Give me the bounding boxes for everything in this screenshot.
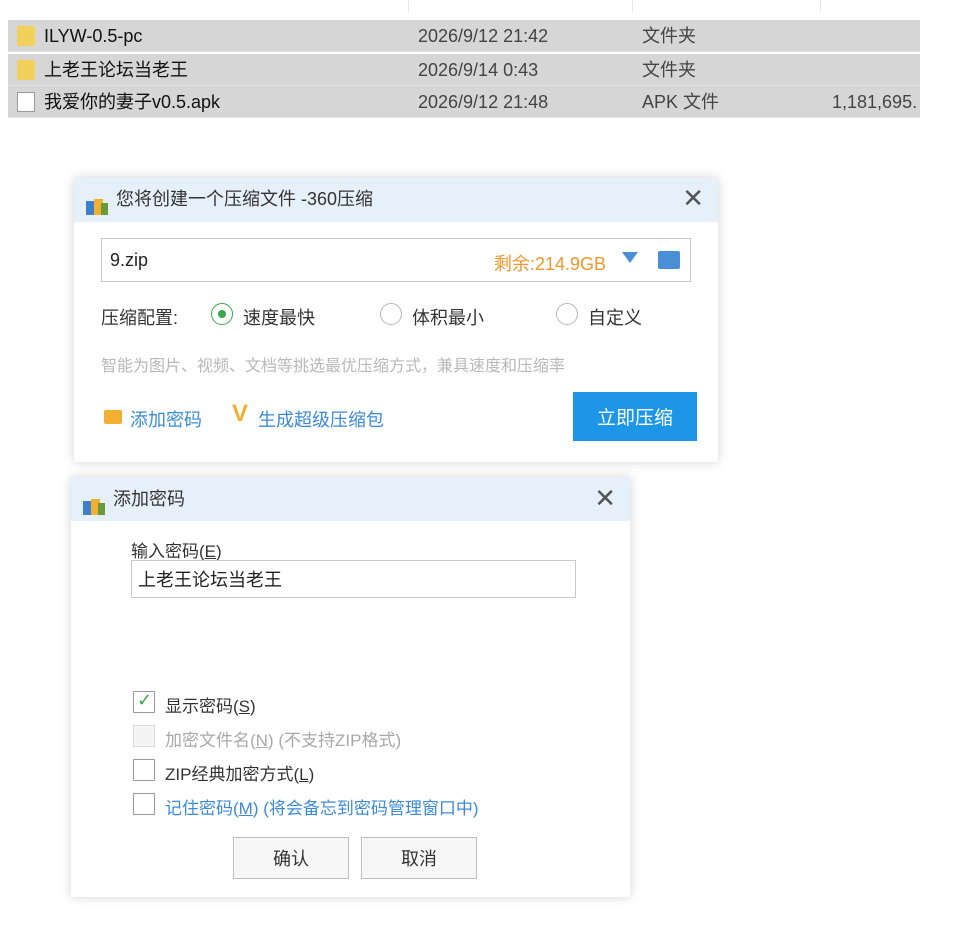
file-row[interactable]: 上老王论坛当老王 2026/9/14 0:43 文件夹 [8,54,920,86]
folder-browse-icon[interactable] [658,251,680,269]
dialog-title: 您将创建一个压缩文件 -360压缩 [116,189,374,209]
dialog-titlebar[interactable]: 添加密码 ✕ [71,477,630,521]
file-date: 2026/9/12 21:42 [418,26,549,46]
file-row[interactable]: ILYW-0.5-pc 2026/9/12 21:42 文件夹 [8,20,920,52]
file-list: ILYW-0.5-pc 2026/9/12 21:42 文件夹 上老王论坛当老王… [8,0,920,120]
checkbox-label: 加密文件名(N) (不支持ZIP格式) [165,731,402,750]
file-type: APK 文件 [642,92,720,112]
folder-icon [17,26,35,46]
chevron-down-icon[interactable] [622,252,638,263]
password-input[interactable] [131,560,576,598]
add-password-dialog: 添加密码 ✕ 输入密码(E) 显示密码(S) 加密文件名(N) (不支持ZIP格… [71,477,630,897]
lock-icon [104,410,122,424]
file-name: 我爱你的妻子v0.5.apk [44,92,221,112]
config-label: 压缩配置: [101,308,179,328]
archive-app-icon [83,489,105,515]
archive-path-value: 9.zip [110,250,149,270]
super-pack-link[interactable]: 生成超级压缩包 [258,406,384,432]
folder-icon [17,60,35,80]
file-date: 2026/9/12 21:48 [418,92,549,112]
checkbox-label: 记住密码(M) (将会备忘到密码管理窗口中) [165,799,479,818]
checkbox-box[interactable] [133,793,155,815]
file-row[interactable]: 我爱你的妻子v0.5.apk 2026/9/12 21:48 APK 文件 1,… [8,86,920,118]
file-name: ILYW-0.5-pc [44,26,143,46]
file-type: 文件夹 [642,60,696,80]
file-date: 2026/9/14 0:43 [418,60,539,80]
dialog-title: 添加密码 [113,489,185,509]
archive-app-icon [86,190,108,215]
radio-label: 速度最快 [243,308,315,328]
radio-circle[interactable] [211,303,233,325]
close-icon[interactable]: ✕ [594,485,616,511]
free-space-label: 剩余:214.9GB [493,254,606,274]
close-icon[interactable]: ✕ [682,185,704,211]
column-divider[interactable] [408,0,409,12]
vip-icon: V [232,400,249,427]
checkbox-label: 显示密码(S) [165,697,256,716]
ok-button[interactable]: 确认 [233,837,349,879]
file-size: 1,181,695. [832,92,918,112]
checkbox-label: ZIP经典加密方式(L) [165,765,315,784]
add-password-link[interactable]: 添加密码 [130,406,202,432]
checkbox-box[interactable] [133,690,155,713]
radio-circle[interactable] [380,303,402,325]
radio-label: 体积最小 [412,308,484,328]
dialog-titlebar[interactable]: 您将创建一个压缩文件 -360压缩 ✕ [74,178,718,222]
compress-dialog: 您将创建一个压缩文件 -360压缩 ✕ 9.zip 剩余:214.9GB 压缩配… [74,178,718,462]
cancel-button[interactable]: 取消 [361,837,477,879]
checkbox-box [133,725,155,747]
radio-circle[interactable] [556,303,578,325]
radio-label: 自定义 [588,308,642,328]
column-divider[interactable] [820,0,821,12]
checkbox-box[interactable] [133,759,155,781]
password-label: 输入密码(E) [131,542,222,561]
compress-now-button[interactable]: 立即压缩 [573,392,697,441]
file-name: 上老王论坛当老王 [44,60,188,80]
file-icon [17,92,35,112]
archive-path-field[interactable]: 9.zip 剩余:214.9GB [101,238,691,282]
file-type: 文件夹 [642,26,696,46]
compression-hint: 智能为图片、视频、文档等挑选最优压缩方式，兼具速度和压缩率 [101,358,566,375]
column-divider[interactable] [632,0,633,12]
